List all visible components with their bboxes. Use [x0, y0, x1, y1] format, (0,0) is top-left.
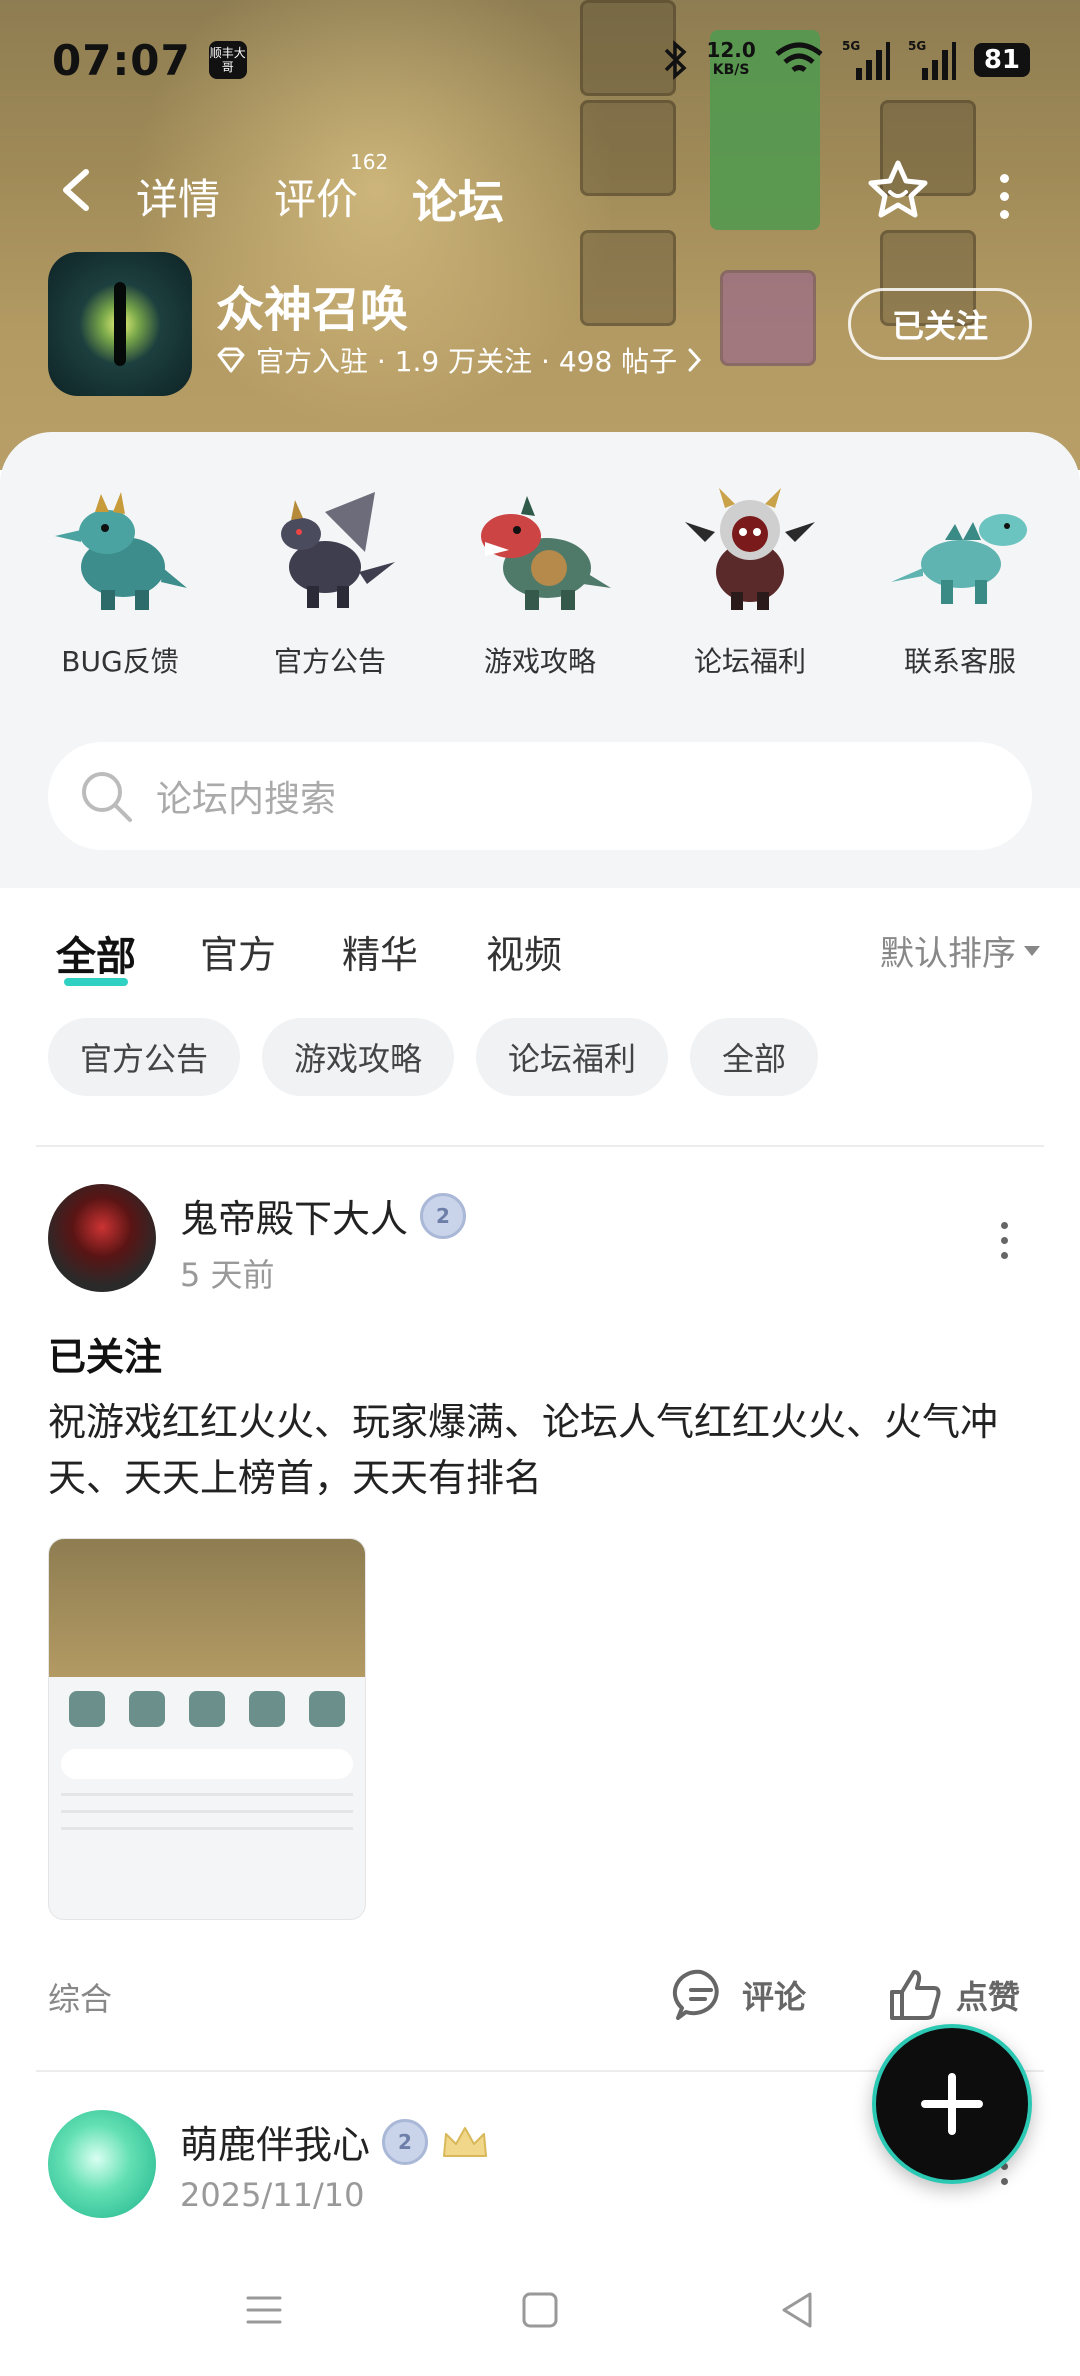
comment-icon	[672, 1969, 719, 2020]
tab-video[interactable]: 视频	[486, 924, 562, 979]
post-category-tag[interactable]: 综合	[48, 1974, 112, 2020]
post-author[interactable]: 萌鹿伴我心 2	[180, 2114, 490, 2169]
filter-chips: 官方公告 游戏攻略 论坛福利 全部	[48, 1018, 819, 1096]
tab-all[interactable]: 全部	[56, 924, 136, 986]
level-badge: 2	[420, 1192, 467, 1239]
category-panel: BUG反馈 官方公告 游戏攻略 论坛福利 联系客服 论坛内搜索	[0, 432, 1080, 888]
post-image-thumbnail[interactable]	[48, 1538, 366, 1920]
chip-official-notice[interactable]: 官方公告	[48, 1018, 241, 1096]
category-bug-feedback[interactable]: BUG反馈	[30, 472, 210, 680]
bluetooth-icon	[665, 40, 688, 80]
sort-label: 默认排序	[880, 934, 1016, 974]
search-input[interactable]: 论坛内搜索	[48, 742, 1032, 850]
category-label: 联系客服	[903, 645, 1016, 678]
teal-dragon-icon	[891, 514, 1027, 604]
review-count-badge: 162	[350, 150, 389, 174]
category-contact-support[interactable]: 联系客服	[870, 472, 1050, 680]
dark-dragon-icon	[281, 492, 395, 608]
demon-icon	[685, 488, 815, 610]
game-icon	[48, 252, 192, 396]
blue-dragon-icon	[55, 492, 187, 610]
category-list: BUG反馈 官方公告 游戏攻略 论坛福利 联系客服	[0, 472, 1080, 692]
game-meta-text: 官方入驻 · 1.9 万关注 · 498 帖子	[256, 345, 678, 378]
post-more-icon[interactable]	[998, 1222, 1010, 1259]
top-nav: 详情 评价 162 论坛	[0, 140, 1080, 240]
sort-dropdown[interactable]: 默认排序	[880, 926, 1040, 975]
tab-featured[interactable]: 精华	[342, 924, 418, 979]
caret-down-icon	[1024, 945, 1040, 956]
menu-icon[interactable]	[234, 2280, 294, 2340]
back-arrow-icon[interactable]	[56, 168, 100, 212]
chip-game-guides[interactable]: 游戏攻略	[262, 1018, 455, 1096]
svg-text:5G: 5G	[908, 39, 926, 53]
avatar[interactable]	[48, 2110, 156, 2218]
feed-tabs: 全部 官方 精华 视频 默认排序	[0, 888, 1080, 998]
search-placeholder: 论坛内搜索	[156, 779, 337, 820]
tab-official[interactable]: 官方	[200, 924, 276, 979]
home-icon[interactable]	[510, 2280, 570, 2340]
category-label: 官方公告	[273, 645, 386, 678]
back-triangle-icon[interactable]	[768, 2280, 828, 2340]
post-time: 5 天前	[180, 1256, 275, 1294]
net-speed: 12.0 KB/S	[706, 38, 756, 78]
armored-dragon-icon	[481, 496, 611, 610]
author-name: 萌鹿伴我心	[180, 2123, 371, 2167]
signal-5g-icon-2: 5G	[908, 39, 956, 80]
game-title: 众神召唤	[216, 282, 409, 338]
system-navigation-bar	[0, 2260, 1080, 2360]
more-options-icon[interactable]	[998, 174, 1010, 219]
post-title[interactable]: 已关注	[48, 1326, 162, 1381]
category-label: 游戏攻略	[483, 645, 596, 678]
post-time: 2025/11/10	[180, 2176, 365, 2214]
divider	[36, 1145, 1044, 1147]
diamond-icon	[217, 347, 245, 373]
wifi-icon	[775, 42, 823, 73]
crown-icon	[443, 2126, 488, 2157]
status-time: 07:07	[52, 35, 191, 85]
category-official-notice[interactable]: 官方公告	[240, 472, 420, 680]
chip-all[interactable]: 全部	[690, 1018, 819, 1096]
avatar[interactable]	[48, 1184, 156, 1292]
signal-5g-icon: 5G	[842, 39, 890, 80]
category-game-guides[interactable]: 游戏攻略	[450, 472, 630, 680]
plus-icon	[921, 2073, 983, 2135]
level-badge: 2	[382, 2118, 429, 2165]
thumbs-up-icon	[890, 1970, 941, 2020]
comment-button[interactable]: 评论	[672, 1966, 806, 2024]
category-label: BUG反馈	[61, 645, 179, 678]
app-notification-badge: 顺丰大哥	[208, 41, 247, 79]
battery-level: 81	[973, 43, 1030, 77]
tab-forum[interactable]: 论坛	[412, 166, 504, 232]
category-forum-perks[interactable]: 论坛福利	[660, 472, 840, 680]
post-body[interactable]: 祝游戏红红火火、玩家爆满、论坛人气红红火火、火气冲天、天天上榜首，天天有排名	[48, 1394, 1038, 1506]
svg-text:5G: 5G	[842, 39, 860, 53]
favorite-star-icon[interactable]	[866, 158, 930, 222]
like-label: 点赞	[956, 1978, 1021, 2016]
like-button[interactable]: 点赞	[886, 1966, 1020, 2024]
comment-label: 评论	[742, 1978, 807, 2016]
game-meta[interactable]: 官方入驻 · 1.9 万关注 · 498 帖子	[216, 340, 703, 380]
tab-reviews[interactable]: 评价	[274, 166, 358, 227]
post-footer: 综合 评论 点赞	[48, 1960, 1032, 2030]
author-name: 鬼帝殿下大人	[180, 1197, 409, 1241]
chevron-right-icon	[688, 348, 702, 372]
post-author[interactable]: 鬼帝殿下大人 2	[180, 1188, 467, 1243]
tab-details[interactable]: 详情	[136, 166, 220, 227]
follow-button[interactable]: 已关注	[848, 288, 1032, 360]
create-post-button[interactable]	[872, 2024, 1032, 2184]
chip-forum-perks[interactable]: 论坛福利	[476, 1018, 669, 1096]
category-label: 论坛福利	[693, 645, 806, 678]
search-icon	[82, 772, 132, 822]
status-bar: 07:07 顺丰大哥 12.0 KB/S 5G 5G 81	[0, 0, 1080, 120]
